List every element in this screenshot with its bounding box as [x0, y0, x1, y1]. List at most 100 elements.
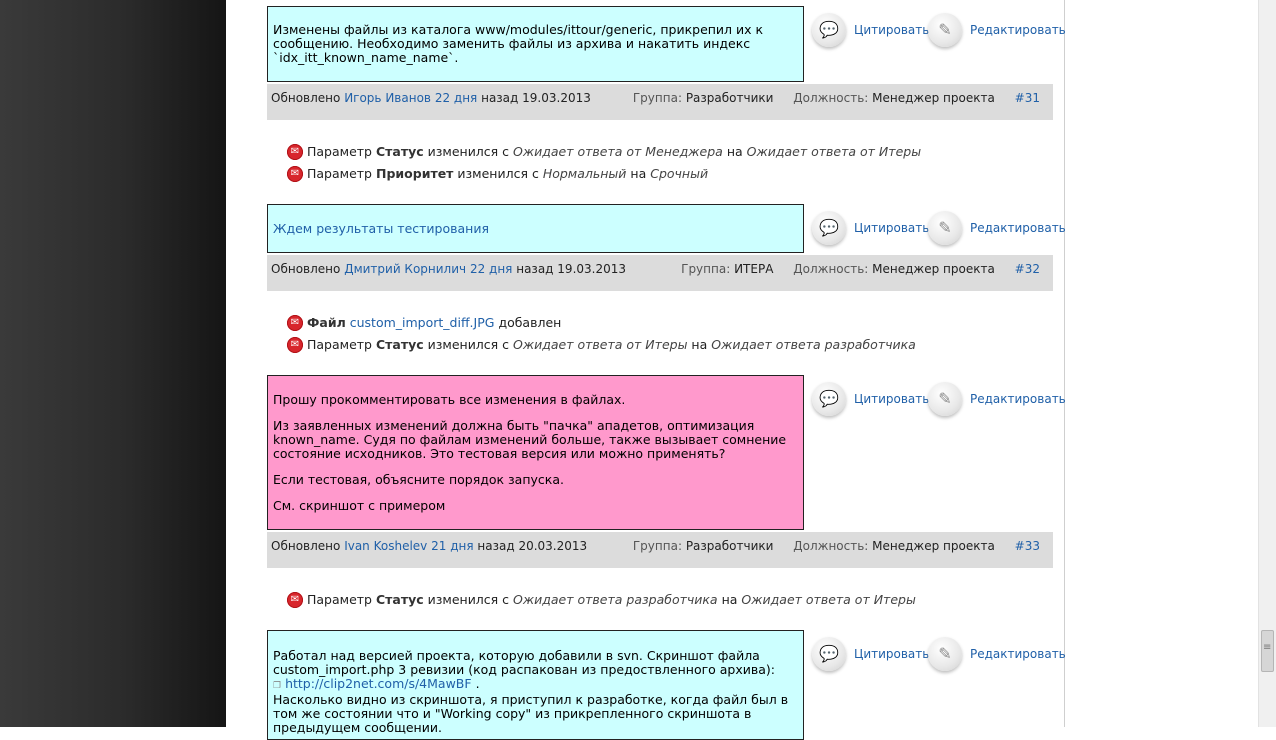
- group-value: Разработчики: [685, 91, 774, 105]
- group-label: Группа:: [632, 539, 682, 553]
- post-number-link[interactable]: #32: [1015, 262, 1040, 276]
- group-value: ИТЕРА: [734, 262, 774, 276]
- group-value: Разработчики: [685, 539, 774, 553]
- change-field: Статус: [375, 592, 424, 607]
- group-label: Группа:: [681, 262, 731, 276]
- author-link[interactable]: Игорь Иванов: [344, 91, 431, 105]
- role-value: Менеджер проекта: [872, 262, 995, 276]
- speech-bubble-icon: 💬: [812, 637, 846, 671]
- change-field: Статус: [375, 337, 424, 352]
- scrollbar-thumb[interactable]: [1261, 630, 1274, 672]
- tag-icon: ✎: [928, 637, 962, 671]
- quote-button[interactable]: 💬 Цитировать: [812, 637, 929, 671]
- change-to-word: на: [721, 592, 738, 607]
- change-from: Ожидает ответа от Итеры: [513, 337, 688, 352]
- ago-link[interactable]: 22 дня: [435, 91, 477, 105]
- tag-icon: ✎: [928, 382, 962, 416]
- mail-icon: ✉: [287, 337, 303, 353]
- mail-icon: ✉: [287, 315, 303, 331]
- change-from: Нормальный: [542, 166, 627, 181]
- group-label: Группа:: [632, 91, 682, 105]
- message-body: Изменены файлы из каталога www/modules/i…: [267, 6, 804, 82]
- change-entry: ✉ Параметр Приоритет изменился с Нормаль…: [287, 166, 708, 182]
- change-entry: ✉ Параметр Статус изменился с Ожидает от…: [287, 337, 916, 353]
- message-meta: Обновлено Игорь Иванов 22 дня назад 19.0…: [267, 84, 1053, 120]
- message-meta: Обновлено Ivan Koshelev 21 дня назад 20.…: [267, 532, 1053, 568]
- quote-label: Цитировать: [854, 647, 930, 661]
- quote-label: Цитировать: [854, 221, 930, 235]
- author-link[interactable]: Дмитрий Корнилич: [344, 262, 466, 276]
- edit-label: Редактировать: [970, 221, 1066, 235]
- message-body: Ждем результаты тестирования: [267, 204, 804, 253]
- edit-button[interactable]: ✎ Редактировать: [928, 382, 1066, 416]
- role-label: Должность:: [793, 539, 869, 553]
- change-to-word: на: [691, 337, 708, 352]
- message-text: См. скриншот с примером: [273, 497, 446, 513]
- post-date: 19.03.2013: [557, 262, 627, 276]
- role-label: Должность:: [793, 262, 869, 276]
- edit-button[interactable]: ✎ Редактировать: [928, 637, 1066, 671]
- message-text: Работал над версией проекта, которую доб…: [273, 648, 776, 677]
- ago-label: назад: [516, 262, 554, 276]
- ago-label: назад: [481, 91, 519, 105]
- change-field: Файл: [307, 315, 346, 330]
- post-date: 20.03.2013: [518, 539, 588, 553]
- vertical-scrollbar[interactable]: [1258, 0, 1276, 727]
- quote-button[interactable]: 💬 Цитировать: [812, 13, 929, 47]
- change-entry: ✉ Файл custom_import_diff.JPG добавлен: [287, 315, 561, 331]
- change-to: Ожидает ответа от Итеры: [746, 144, 922, 159]
- change-prefix: Параметр: [307, 144, 372, 159]
- updated-label: Обновлено: [271, 91, 341, 105]
- quote-button[interactable]: 💬 Цитировать: [812, 211, 929, 245]
- post-number-link[interactable]: #31: [1015, 91, 1040, 105]
- message-link-line: ❐ http://clip2net.com/s/4MawBF .: [273, 677, 798, 693]
- quote-label: Цитировать: [854, 23, 930, 37]
- edit-label: Редактировать: [970, 392, 1066, 406]
- message-meta: Обновлено Дмитрий Корнилич 22 дня назад …: [267, 255, 1053, 291]
- role-label: Должность:: [793, 91, 869, 105]
- change-field: Статус: [375, 144, 424, 159]
- attachment-link[interactable]: custom_import_diff.JPG: [350, 316, 495, 330]
- role-value: Менеджер проекта: [872, 91, 995, 105]
- change-mid: изменился с: [427, 337, 510, 352]
- message-text: Прошу прокомментировать все изменения в …: [273, 391, 626, 407]
- clip2net-link[interactable]: http://clip2net.com/s/4MawBF: [285, 676, 472, 691]
- change-to: Ожидает ответа от Итеры: [741, 592, 916, 607]
- edit-label: Редактировать: [970, 23, 1066, 37]
- message-text: Ждем результаты тестирования: [273, 220, 489, 236]
- message-body: Прошу прокомментировать все изменения в …: [267, 375, 804, 530]
- quote-button[interactable]: 💬 Цитировать: [812, 382, 929, 416]
- updated-label: Обновлено: [271, 262, 341, 276]
- message-text: Изменены файлы из каталога www/modules/i…: [273, 22, 764, 65]
- mail-icon: ✉: [287, 144, 303, 160]
- ago-link[interactable]: 22 дня: [470, 262, 512, 276]
- updated-label: Обновлено: [271, 539, 341, 553]
- change-prefix: Параметр: [307, 166, 372, 181]
- link-suffix: .: [475, 676, 480, 691]
- message-body: Работал над версией проекта, которую доб…: [267, 630, 804, 740]
- ago-link[interactable]: 21 дня: [431, 539, 473, 553]
- speech-bubble-icon: 💬: [812, 13, 846, 47]
- post-number-link[interactable]: #33: [1015, 539, 1040, 553]
- edit-button[interactable]: ✎ Редактировать: [928, 13, 1066, 47]
- change-from: Ожидает ответа от Менеджера: [513, 144, 723, 159]
- message-actions: 💬 Цитировать ✎ Редактировать: [812, 637, 1066, 673]
- message-text: Если тестовая, объясните порядок запуска…: [273, 471, 564, 487]
- change-mid: изменился с: [427, 144, 510, 159]
- change-mid: изменился с: [457, 166, 539, 181]
- tag-icon: ✎: [928, 13, 962, 47]
- post-date: 19.03.2013: [522, 91, 591, 105]
- external-link-icon: ❐: [273, 681, 282, 691]
- message-text: Из заявленных изменений должна быть "пач…: [273, 417, 787, 461]
- change-suffix: добавлен: [498, 315, 562, 330]
- change-entry: ✉ Параметр Статус изменился с Ожидает от…: [287, 144, 921, 160]
- edit-button[interactable]: ✎ Редактировать: [928, 211, 1066, 245]
- edit-label: Редактировать: [970, 647, 1066, 661]
- speech-bubble-icon: 💬: [812, 211, 846, 245]
- quote-label: Цитировать: [854, 392, 930, 406]
- author-link[interactable]: Ivan Koshelev: [344, 539, 427, 553]
- change-entry: ✉ Параметр Статус изменился с Ожидает от…: [287, 592, 916, 608]
- role-value: Менеджер проекта: [872, 539, 995, 553]
- change-prefix: Параметр: [307, 592, 372, 607]
- change-prefix: Параметр: [307, 337, 372, 352]
